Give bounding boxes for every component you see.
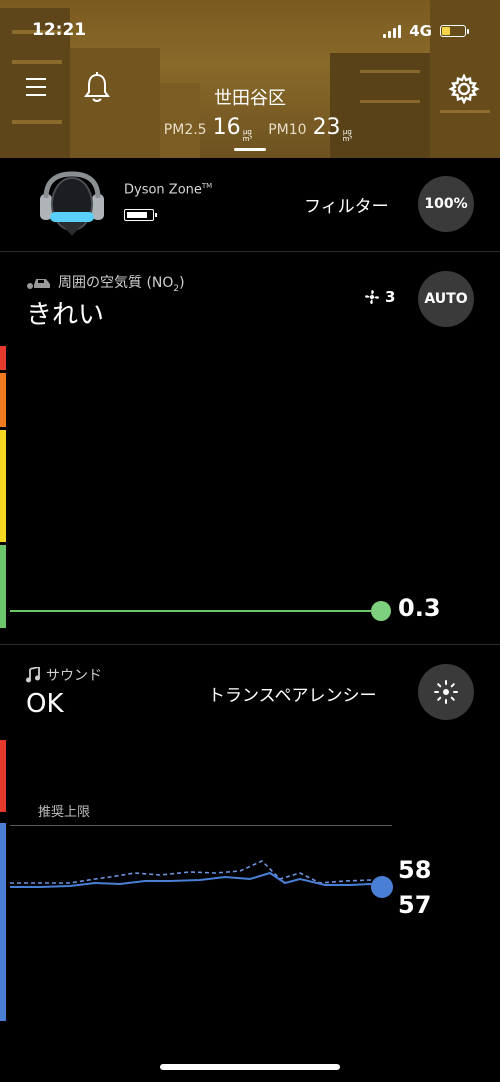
sound-scale-red <box>0 740 6 812</box>
aq-scale-yellow <box>0 430 6 542</box>
aq-scale-red <box>0 346 6 370</box>
sound-line-solid <box>10 871 383 888</box>
sound-label: サウンド <box>26 665 102 685</box>
filter-label: フィルター <box>304 197 389 217</box>
device-battery-icon <box>124 209 157 221</box>
header: 12:21 4G 世田谷区 PM2.5 16 μg m³ PM10 23 μg m³ <box>0 0 500 158</box>
pm-readings: PM2.5 16 μg m³ PM10 23 μg m³ <box>0 115 500 143</box>
aq-value: 0.3 <box>398 594 441 622</box>
headphone-icon <box>40 171 104 236</box>
pm25-label: PM2.5 <box>163 122 207 138</box>
sound-current-dot <box>371 876 393 898</box>
aq-scale-orange <box>0 373 6 427</box>
signal-icon <box>383 24 402 38</box>
sound-value-2: 57 <box>398 891 432 919</box>
fan-speed-indicator: 3 <box>364 288 395 306</box>
sound-values: 58 57 <box>398 853 431 923</box>
background-window <box>440 110 490 113</box>
filter-button[interactable]: 100% <box>418 176 474 232</box>
pm10-value: 23 <box>312 115 341 140</box>
recommended-limit-line <box>10 825 392 826</box>
transparency-icon <box>434 680 458 704</box>
pm25-unit: μg m³ <box>242 128 253 143</box>
car-icon <box>27 278 50 289</box>
transparency-mode-button[interactable] <box>418 664 474 720</box>
recommended-limit-label: 推奨上限 <box>38 805 91 820</box>
battery-icon <box>440 25 469 37</box>
sound-level-chart <box>10 860 393 898</box>
home-indicator[interactable] <box>160 1064 340 1070</box>
air-quality-label: 周囲の空気質 (NO2) <box>26 272 185 294</box>
background-window <box>360 70 420 73</box>
device-name: Dyson ZoneTM <box>124 182 213 198</box>
fan-icon <box>365 290 379 304</box>
music-note-icon <box>26 667 40 683</box>
auto-mode-button[interactable]: AUTO <box>418 271 474 327</box>
pm25-value: 16 <box>212 115 241 140</box>
pm10-label: PM10 <box>268 122 307 138</box>
sound-status: OK <box>26 689 64 719</box>
status-right: 4G <box>383 22 469 40</box>
pm10-unit: μg m³ <box>342 128 353 143</box>
city-name[interactable]: 世田谷区 <box>0 84 500 110</box>
fan-speed-value: 3 <box>385 288 396 306</box>
aq-chart-line <box>10 610 382 612</box>
status-time: 12:21 <box>32 20 87 40</box>
sound-value-1: 58 <box>398 856 432 884</box>
sound-mode-label: トランスペアレンシー <box>208 686 377 706</box>
network-label: 4G <box>409 22 432 40</box>
background-window <box>12 60 62 64</box>
aq-scale-green <box>0 545 6 628</box>
air-quality-status: きれい <box>26 300 105 330</box>
aq-current-dot <box>371 601 391 621</box>
drag-handle[interactable] <box>234 148 266 151</box>
